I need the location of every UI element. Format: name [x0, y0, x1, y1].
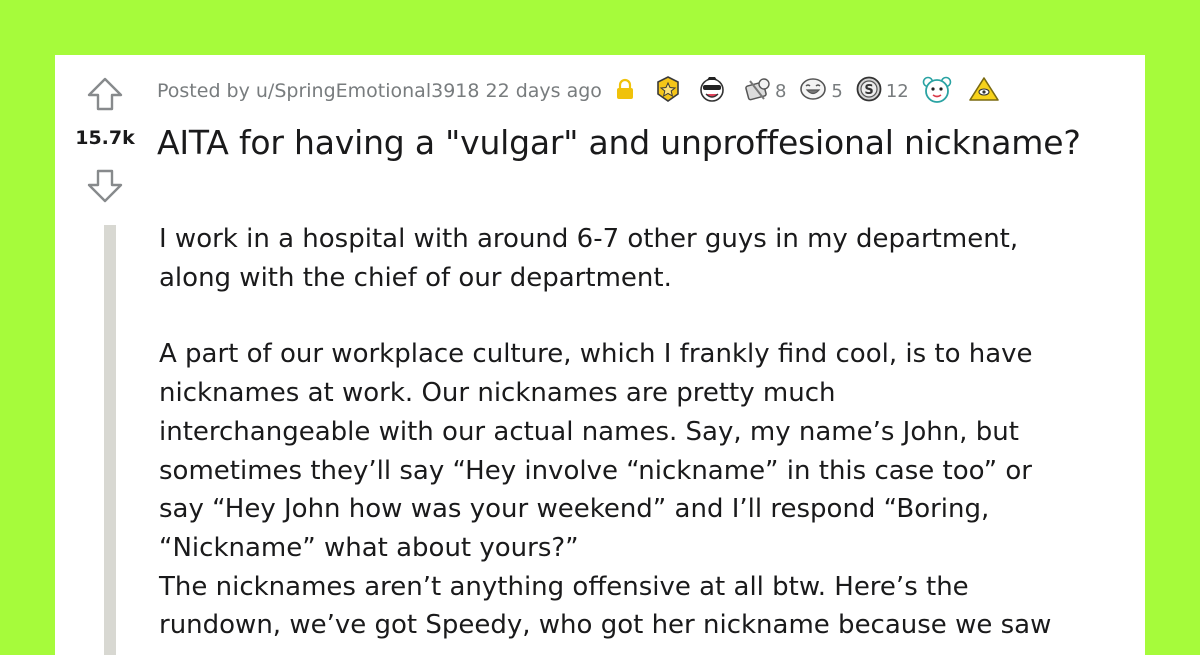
post-body: I work in a hospital with around 6-7 oth…	[159, 220, 1119, 645]
body-line: along with the chief of our department.	[159, 262, 672, 293]
body-line: say “Hey John how was your weekend” and …	[159, 494, 990, 525]
wholesome-face-icon	[697, 75, 727, 108]
gold-medal-icon	[654, 75, 682, 108]
downvote-icon[interactable]	[85, 165, 125, 205]
award-gift-hug[interactable]: 8	[742, 75, 792, 108]
body-line: I work in a hospital with around 6-7 oth…	[159, 224, 1019, 254]
vote-score: 15.7k	[75, 127, 135, 149]
posted-by-text[interactable]: Posted by u/SpringEmotional3918 22 days …	[157, 80, 602, 102]
body-line: interchangeable with our actual names. S…	[159, 416, 1019, 447]
post-card: 15.7k Posted by u/SpringEmotional3918 22…	[55, 55, 1145, 655]
post-meta: Posted by u/SpringEmotional3918 22 days …	[157, 75, 1009, 108]
award-pyramid[interactable]	[968, 75, 1009, 108]
body-line: sometimes they’ll say “Hey involve “nick…	[159, 455, 1032, 486]
body-line: rundown, we’ve got Speedy, who got her n…	[159, 610, 1052, 641]
lock-icon	[616, 78, 634, 105]
silver-coin-icon: S	[855, 75, 883, 108]
body-line: “Nickname” what about yours?”	[159, 532, 579, 563]
award-silver[interactable]: S 12	[855, 75, 915, 108]
pyramid-award-icon	[968, 75, 1000, 108]
body-line: A part of our workplace culture, which I…	[159, 339, 1033, 370]
body-line: The nicknames aren’t anything offensive …	[159, 571, 969, 602]
award-laughing[interactable]: 5	[798, 75, 848, 108]
quote-bar	[104, 225, 116, 655]
award-bear[interactable]	[921, 74, 962, 109]
body-line: nicknames at work. Our nicknames are pre…	[159, 378, 836, 409]
gift-hug-icon	[742, 75, 772, 108]
award-wholesome[interactable]	[697, 75, 736, 108]
upvote-icon[interactable]	[85, 75, 125, 115]
bear-face-icon	[921, 74, 953, 109]
svg-text:S: S	[864, 83, 873, 98]
laughing-face-icon	[798, 75, 828, 108]
post-title[interactable]: AITA for having a "vulgar" and unproffes…	[157, 123, 1081, 162]
award-gold-medal[interactable]	[654, 75, 691, 108]
